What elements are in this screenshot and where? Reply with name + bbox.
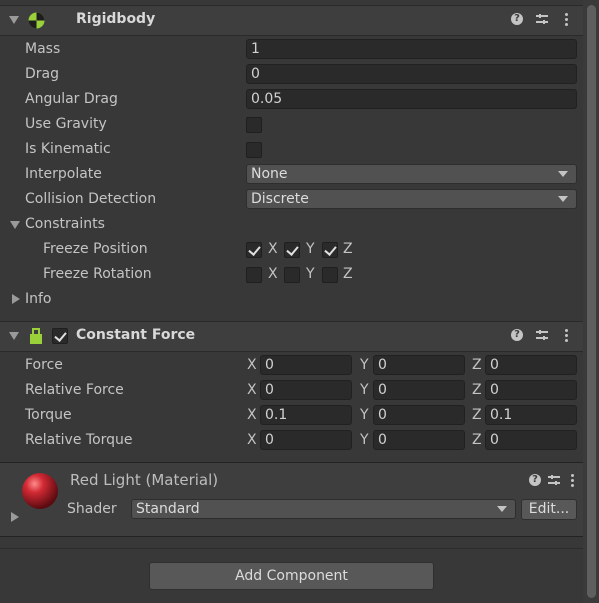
- material-bottom-separator: [0, 536, 583, 537]
- relative-torque-y-axis-label: Y: [360, 432, 369, 448]
- shader-value: Standard: [136, 501, 200, 517]
- shader-edit-button[interactable]: Edit...: [521, 499, 577, 520]
- context-menu-icon[interactable]: [571, 474, 574, 489]
- relative-torque-y-input[interactable]: 0: [373, 430, 465, 450]
- presets-icon[interactable]: [535, 328, 549, 342]
- relative-force-y-input[interactable]: 0: [373, 380, 465, 400]
- drag-label: Drag: [25, 66, 60, 82]
- help-icon[interactable]: ?: [511, 329, 523, 341]
- freeze-rotation-y-checkbox[interactable]: [284, 267, 300, 283]
- constraints-foldout-arrow-icon[interactable]: [10, 221, 20, 229]
- scrollbar-thumb[interactable]: [587, 5, 596, 598]
- torque-y-axis-label: Y: [360, 407, 369, 423]
- freeze-position-y-label: Y: [306, 241, 315, 257]
- mass-label: Mass: [25, 41, 61, 57]
- shader-dropdown[interactable]: Standard: [131, 499, 516, 519]
- force-y-axis-label: Y: [360, 357, 369, 373]
- torque-z-axis-label: Z: [472, 407, 482, 423]
- help-icon[interactable]: ?: [511, 13, 523, 25]
- freeze-position-z-label: Z: [343, 241, 353, 257]
- freeze-rotation-x-label: X: [268, 266, 278, 282]
- torque-x-input[interactable]: 0.1: [260, 405, 352, 425]
- freeze-rotation-x-checkbox[interactable]: [246, 267, 262, 283]
- constant-force-enabled-checkbox[interactable]: [52, 328, 68, 344]
- relative-force-label: Relative Force: [25, 382, 124, 398]
- rigidbody-foldout-arrow-icon[interactable]: [9, 16, 19, 24]
- presets-icon[interactable]: [535, 12, 549, 26]
- chevron-down-icon: [497, 506, 507, 512]
- section-separator: [0, 548, 583, 549]
- relative-force-x-axis-label: X: [247, 382, 257, 398]
- interpolate-label: Interpolate: [25, 166, 102, 182]
- constant-force-title: Constant Force: [76, 327, 196, 343]
- freeze-position-label: Freeze Position: [43, 241, 148, 257]
- freeze-position-x-label: X: [268, 241, 278, 257]
- force-z-input[interactable]: 0: [485, 355, 577, 375]
- interpolate-dropdown[interactable]: None: [246, 164, 577, 184]
- mass-input[interactable]: 1: [246, 39, 577, 59]
- is-kinematic-label: Is Kinematic: [25, 141, 111, 157]
- collision-detection-value: Discrete: [251, 191, 309, 207]
- presets-icon[interactable]: [547, 473, 561, 487]
- drag-input[interactable]: 0: [246, 64, 577, 84]
- constant-force-foldout-arrow-icon[interactable]: [9, 332, 19, 340]
- collision-detection-dropdown[interactable]: Discrete: [246, 189, 577, 209]
- interpolate-value: None: [251, 166, 288, 182]
- rigidbody-header[interactable]: Rigidbody ?: [0, 5, 583, 36]
- torque-label: Torque: [25, 407, 72, 423]
- use-gravity-checkbox[interactable]: [246, 117, 262, 133]
- relative-force-x-input[interactable]: 0: [260, 380, 352, 400]
- freeze-position-y-checkbox[interactable]: [284, 242, 300, 258]
- help-icon[interactable]: ?: [529, 474, 541, 486]
- constant-force-icon: [30, 328, 42, 344]
- shader-label: Shader: [67, 501, 117, 517]
- constraints-label[interactable]: Constraints: [25, 216, 105, 232]
- freeze-rotation-label: Freeze Rotation: [43, 266, 152, 282]
- relative-torque-z-input[interactable]: 0: [485, 430, 577, 450]
- force-x-axis-label: X: [247, 357, 257, 373]
- angular-drag-input[interactable]: 0.05: [246, 89, 577, 109]
- torque-y-input[interactable]: 0: [373, 405, 465, 425]
- relative-torque-x-axis-label: X: [247, 432, 257, 448]
- info-label[interactable]: Info: [25, 291, 52, 307]
- collision-detection-label: Collision Detection: [25, 191, 157, 207]
- is-kinematic-checkbox[interactable]: [246, 142, 262, 158]
- info-foldout-arrow-icon[interactable]: [12, 294, 20, 304]
- freeze-rotation-y-label: Y: [306, 266, 315, 282]
- relative-torque-x-input[interactable]: 0: [260, 430, 352, 450]
- freeze-rotation-z-label: Z: [343, 266, 353, 282]
- material-sphere-icon[interactable]: [21, 472, 59, 510]
- relative-torque-z-axis-label: Z: [472, 432, 482, 448]
- rigidbody-icon: [28, 12, 45, 29]
- relative-force-y-axis-label: Y: [360, 382, 369, 398]
- chevron-down-icon: [558, 196, 568, 202]
- relative-torque-label: Relative Torque: [25, 432, 133, 448]
- material-title: Red Light (Material): [70, 471, 219, 489]
- material-foldout-arrow-icon[interactable]: [11, 512, 19, 522]
- force-label: Force: [25, 357, 63, 373]
- context-menu-icon[interactable]: [565, 13, 568, 28]
- rigidbody-title: Rigidbody: [76, 11, 156, 27]
- force-y-input[interactable]: 0: [373, 355, 465, 375]
- chevron-down-icon: [558, 171, 568, 177]
- freeze-position-x-checkbox[interactable]: [246, 242, 262, 258]
- add-component-button[interactable]: Add Component: [149, 562, 434, 590]
- freeze-rotation-z-checkbox[interactable]: [322, 267, 338, 283]
- relative-force-z-input[interactable]: 0: [485, 380, 577, 400]
- torque-z-input[interactable]: 0.1: [485, 405, 577, 425]
- force-x-input[interactable]: 0: [260, 355, 352, 375]
- context-menu-icon[interactable]: [565, 329, 568, 344]
- constant-force-header[interactable]: Constant Force ?: [0, 321, 583, 352]
- freeze-position-z-checkbox[interactable]: [322, 242, 338, 258]
- relative-force-z-axis-label: Z: [472, 382, 482, 398]
- angular-drag-label: Angular Drag: [25, 91, 118, 107]
- torque-x-axis-label: X: [247, 407, 257, 423]
- use-gravity-label: Use Gravity: [25, 116, 107, 132]
- force-z-axis-label: Z: [472, 357, 482, 373]
